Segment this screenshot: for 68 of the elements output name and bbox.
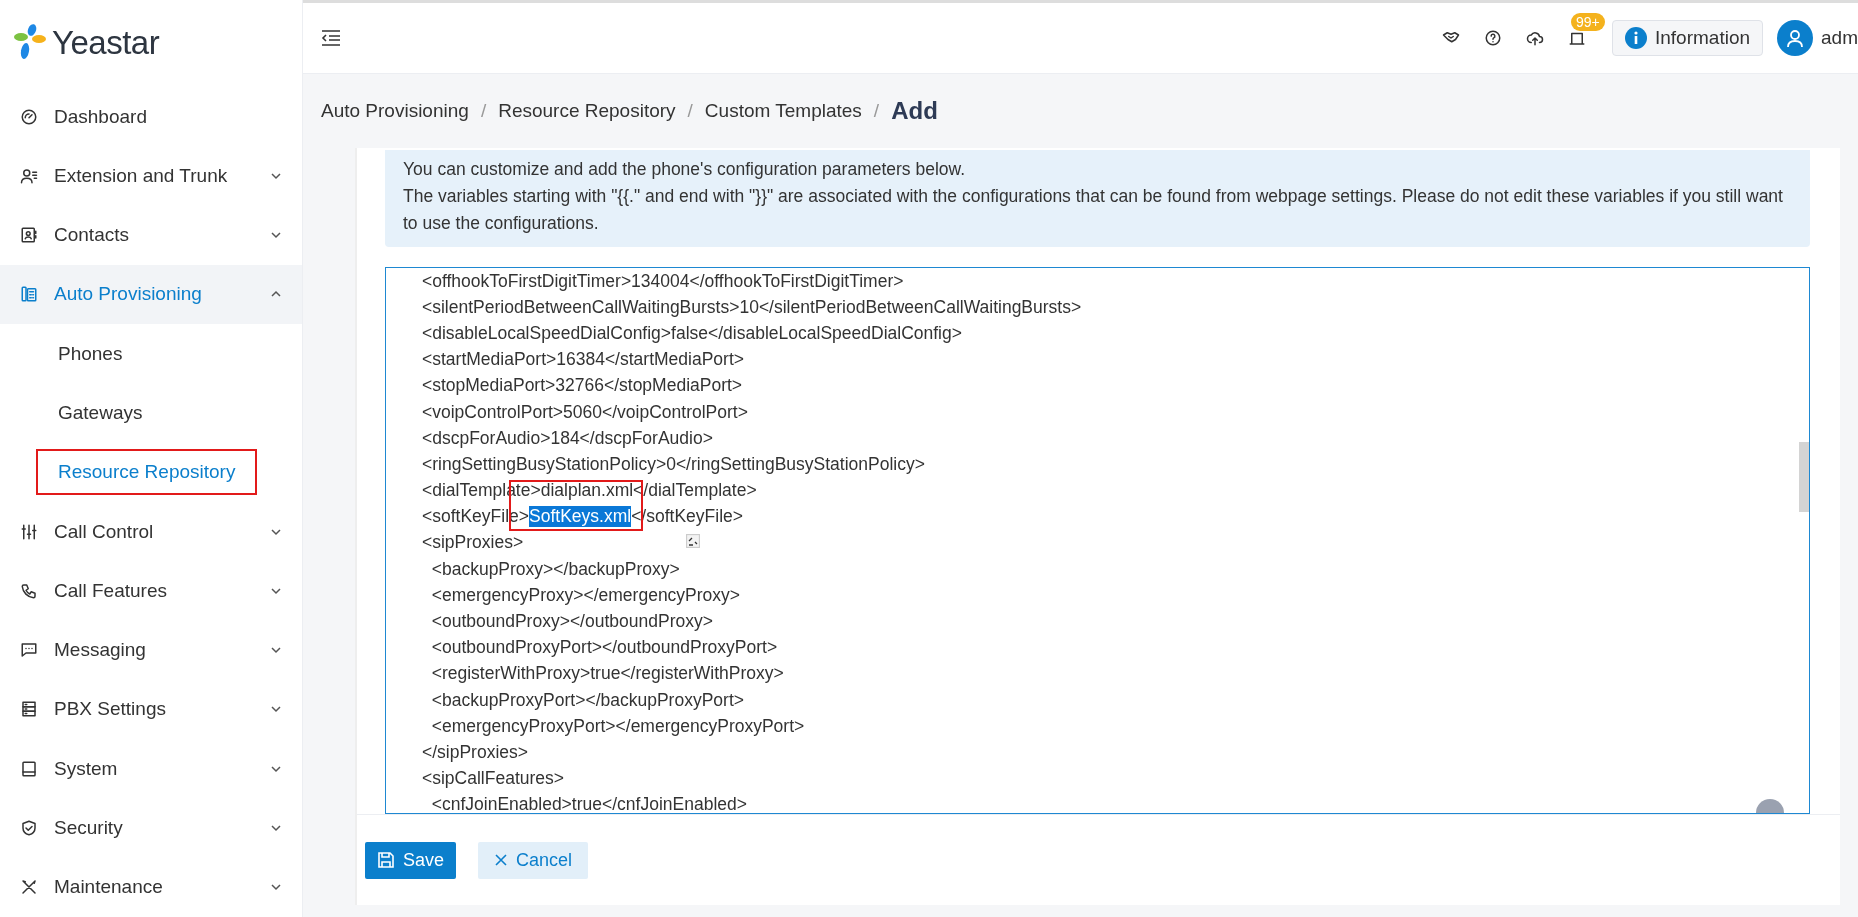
code-text: <outboundProxy></outboundProxy> <box>430 611 713 633</box>
sidebar-item[interactable]: Extension and Trunk <box>0 146 302 206</box>
sidebar-subitem[interactable]: Phones <box>36 330 145 377</box>
cancel-button[interactable]: Cancel <box>478 841 589 879</box>
code-text: <sipProxies> <box>422 532 524 554</box>
desk-phone-icon <box>20 285 38 304</box>
gauge-icon <box>20 107 38 126</box>
save-icon <box>377 851 395 869</box>
sidebar-item[interactable]: Contacts <box>0 205 302 265</box>
breadcrumb-link[interactable]: Resource Repository <box>498 100 676 122</box>
code-text: <stopMediaPort>32766</stopMediaPort> <box>422 375 743 397</box>
code-text: <sipCallFeatures> <box>422 768 565 790</box>
notice-banner: You can customize and add the phone's configuration parameters below. The variables starting with "{{." and end with "}}" are associated with the configurations that can be found from webpage settings. Please do not edit these variables if you still want to use the configurations. <box>385 150 1810 247</box>
code-text: <disableLocalSpeedDialConfig>false</disableLocalSpeedDialConfig> <box>422 322 962 344</box>
user-list-icon <box>20 166 38 185</box>
sidebar-item[interactable]: Messaging <box>0 620 302 680</box>
breadcrumb-separator: / <box>687 100 693 122</box>
help-icon <box>1484 29 1502 47</box>
code-text: <silentPeriodBetweenCallWaitingBursts>10</silentPeriodBetweenCallWaitingBursts> <box>422 296 1082 318</box>
code-text: </sipProxies> <box>422 741 529 763</box>
code-text: <cnfJoinEnabled>true</cnfJoinEnabled> <box>430 794 747 813</box>
user-name[interactable]: adm <box>1821 27 1858 49</box>
sidebar-subitem[interactable]: Resource Repository <box>36 449 258 496</box>
info-icon <box>1625 27 1647 49</box>
sliders-icon <box>20 522 38 541</box>
sidebar-subitem[interactable]: Gateways <box>36 390 165 436</box>
selected-text: SoftKeys.xml <box>529 506 632 528</box>
phone-icon <box>20 581 38 600</box>
save-button[interactable]: Save <box>365 841 457 879</box>
code-text: <backupProxyPort></backupProxyPort> <box>430 689 744 711</box>
breadcrumb-link[interactable]: Custom Templates <box>704 100 862 122</box>
cloud-upload-icon <box>1526 29 1544 47</box>
sidebar-item[interactable]: Call Control <box>0 501 302 562</box>
menu-collapse-icon[interactable] <box>321 29 341 47</box>
page-title: Add <box>891 97 938 125</box>
code-text: <voipControlPort>5060</voipControlPort> <box>422 401 748 423</box>
code-text: <outboundProxyPort></outboundProxyPort> <box>430 637 778 659</box>
code-text: <backupProxy></backupProxy> <box>430 558 680 580</box>
code-text: <offhookToFirstDigitTimer>134004</offhookToFirstDigitTimer> <box>422 270 904 292</box>
code-text: <emergencyProxy></emergencyProxy> <box>430 584 741 606</box>
sidebar-item[interactable]: Auto Provisioning <box>0 264 302 325</box>
logo-text: Yeastar <box>52 24 160 63</box>
sidebar-item[interactable]: Call Features <box>0 561 302 621</box>
notification-badge: 99+ <box>1571 13 1605 31</box>
sidebar-item[interactable]: System <box>0 739 302 799</box>
sidebar-item[interactable]: PBX Settings <box>0 679 302 740</box>
code-text: <emergencyProxyPort></emergencyProxyPort> <box>430 715 805 737</box>
contact-book-icon <box>20 226 38 245</box>
chat-icon <box>20 641 38 660</box>
code-editor[interactable] <box>385 267 1810 814</box>
tools-icon <box>20 878 38 897</box>
breadcrumb-link[interactable]: Auto Provisioning <box>321 100 469 122</box>
code-text: <ringSettingBusyStationPolicy>0</ringSettingBusyStationPolicy> <box>422 453 925 475</box>
scrollbar-thumb[interactable] <box>1799 442 1809 512</box>
monitor-icon <box>20 759 38 778</box>
breadcrumb-separator: / <box>480 100 487 122</box>
close-icon <box>494 853 509 867</box>
sidebar-item[interactable]: Security <box>0 798 302 858</box>
code-text: <dscpForAudio>184</dscpForAudio> <box>422 427 713 449</box>
code-text: <startMediaPort>16384</startMediaPort> <box>422 349 744 371</box>
information-button[interactable]: Information <box>1612 20 1764 56</box>
avatar-icon[interactable] <box>1777 20 1814 56</box>
code-text: <registerWithProxy>true</registerWithProxy> <box>430 663 784 685</box>
sidebar-item[interactable]: Maintenance <box>0 857 302 917</box>
shield-icon <box>20 818 38 837</box>
breadcrumb-separator: / <box>873 100 880 122</box>
server-icon <box>20 700 38 719</box>
sidebar-item[interactable]: Dashboard <box>0 86 302 147</box>
